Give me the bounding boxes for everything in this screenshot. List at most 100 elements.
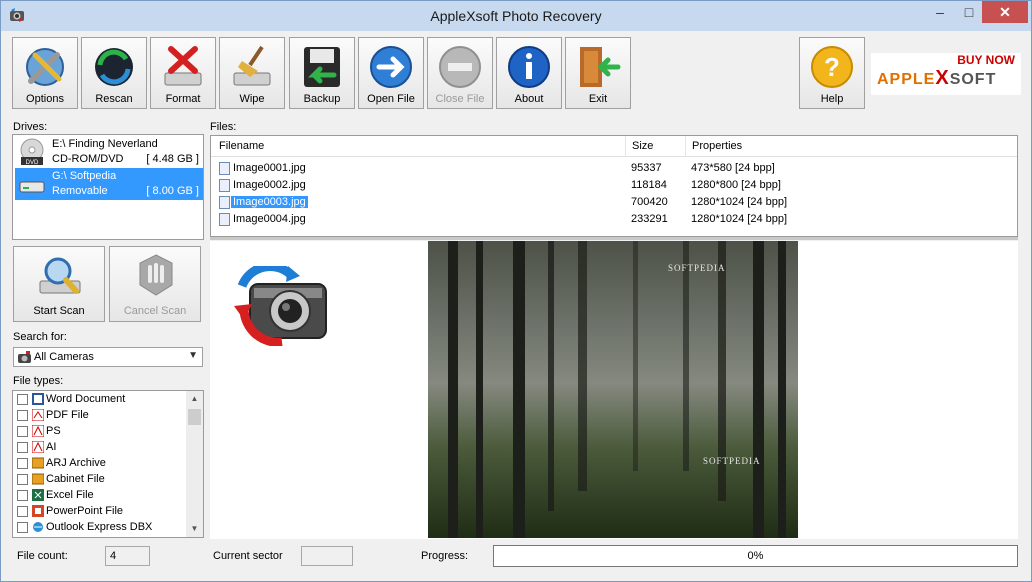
search-for-label: Search for: xyxy=(13,331,67,343)
file-types-label: File types: xyxy=(13,375,64,387)
file-row-selected[interactable]: Image0003.jpg 700420 1280*1024 [24 bpp] xyxy=(211,194,1017,211)
checkbox[interactable] xyxy=(17,506,28,517)
format-button[interactable]: Format xyxy=(150,37,216,109)
outlook-express-icon xyxy=(33,522,43,532)
exit-button[interactable]: Exit xyxy=(565,37,631,109)
column-properties[interactable]: Properties xyxy=(692,140,742,152)
file-type-item-arj[interactable]: ARJ Archive xyxy=(17,456,187,472)
about-label: About xyxy=(514,93,544,105)
image-file-icon xyxy=(219,213,230,226)
scroll-up-icon[interactable]: ▲ xyxy=(186,391,203,407)
word-doc-icon xyxy=(32,393,44,405)
backup-button[interactable]: Backup xyxy=(289,37,355,109)
checkbox[interactable] xyxy=(17,426,28,437)
file-types-scrollbar[interactable]: ▲ ▼ xyxy=(186,391,203,537)
cabinet-icon xyxy=(32,473,44,485)
start-scan-label: Start Scan xyxy=(33,305,85,317)
exit-door-icon xyxy=(580,47,621,87)
maximize-button[interactable]: □ xyxy=(956,1,982,23)
file-properties: 1280*800 [24 bpp] xyxy=(691,179,781,191)
about-button[interactable]: About xyxy=(496,37,562,109)
info-icon xyxy=(508,46,550,88)
image-file-icon xyxy=(219,179,230,192)
scroll-thumb[interactable] xyxy=(188,409,201,425)
excel-icon xyxy=(32,489,44,501)
open-file-button[interactable]: Open File xyxy=(358,37,424,109)
drive-item-e[interactable]: DVD E:\ Finding Neverland CD-ROM/DVD [ 4… xyxy=(15,136,203,168)
file-types-list[interactable]: Word Document PDF File PS AI ARJ Archive… xyxy=(12,390,204,538)
svg-text:?: ? xyxy=(824,52,840,82)
file-name: Image0004.jpg xyxy=(233,213,306,225)
file-row[interactable]: Image0002.jpg 118184 1280*800 [24 bpp] xyxy=(211,177,1017,194)
file-size: 118184 xyxy=(631,179,667,191)
scan-magnifier-icon xyxy=(39,257,81,294)
start-scan-button[interactable]: Start Scan xyxy=(13,246,105,322)
file-properties: 1280*1024 [24 bpp] xyxy=(691,213,788,225)
checkbox[interactable] xyxy=(17,394,28,405)
buy-now-banner[interactable]: BUY NOW APPLEXSOFT xyxy=(871,53,1021,95)
scroll-down-icon[interactable]: ▼ xyxy=(186,521,203,537)
file-count-label: File count: xyxy=(17,550,68,562)
rescan-button[interactable]: Rescan xyxy=(81,37,147,109)
file-type-item-word[interactable]: Word Document xyxy=(17,392,187,408)
current-sector-box xyxy=(301,546,353,566)
drive-size: [ 8.00 GB ] xyxy=(146,185,199,197)
checkbox[interactable] xyxy=(17,458,28,469)
files-table-header: Filename Size Properties xyxy=(211,136,1017,157)
cameras-icon xyxy=(18,351,31,363)
search-for-select[interactable]: All Cameras ▼ xyxy=(13,347,203,367)
checkbox[interactable] xyxy=(17,490,28,501)
file-size: 95337 xyxy=(631,162,662,174)
file-row[interactable]: Image0004.jpg 233291 1280*1024 [24 bpp] xyxy=(211,211,1017,228)
drives-list[interactable]: DVD E:\ Finding Neverland CD-ROM/DVD [ 4… xyxy=(12,134,204,240)
cancel-scan-label: Cancel Scan xyxy=(123,305,187,317)
file-type-item-ps[interactable]: PS xyxy=(17,424,187,440)
close-file-button[interactable]: Close File xyxy=(427,37,493,109)
broom-icon xyxy=(233,45,271,86)
drive-size: [ 4.48 GB ] xyxy=(146,153,199,165)
options-button[interactable]: Options xyxy=(12,37,78,109)
open-file-label: Open File xyxy=(367,93,415,105)
file-type-item-excel[interactable]: Excel File xyxy=(17,488,187,504)
chevron-down-icon[interactable]: ▼ xyxy=(188,350,198,361)
file-row[interactable]: Image0001.jpg 95337 473*580 [24 bpp] xyxy=(211,160,1017,177)
file-type-item-cab[interactable]: Cabinet File xyxy=(17,472,187,488)
options-icon xyxy=(26,48,64,86)
column-size[interactable]: Size xyxy=(632,140,653,152)
file-name: Image0001.jpg xyxy=(233,162,306,174)
stop-hand-icon xyxy=(139,254,173,296)
removable-drive-icon xyxy=(19,181,45,193)
drive-type: Removable xyxy=(52,185,108,197)
checkbox[interactable] xyxy=(17,522,28,533)
files-table[interactable]: Filename Size Properties Image0001.jpg 9… xyxy=(210,135,1018,237)
close-file-icon xyxy=(439,46,481,88)
dvd-drive-icon: DVD xyxy=(20,138,44,166)
backup-icon xyxy=(304,47,340,87)
preview-image: SOFTPEDIA SOFTPEDIA xyxy=(428,241,798,538)
rescan-icon xyxy=(95,48,133,86)
checkbox[interactable] xyxy=(17,474,28,485)
pdf-icon xyxy=(32,409,44,421)
help-label: Help xyxy=(820,93,844,105)
svg-text:DVD: DVD xyxy=(26,160,39,166)
close-window-button[interactable]: ✕ xyxy=(982,1,1028,23)
column-filename[interactable]: Filename xyxy=(219,140,264,152)
splitter[interactable] xyxy=(210,237,1018,240)
file-type-item-powerpoint[interactable]: PowerPoint File xyxy=(17,504,187,520)
image-file-icon xyxy=(219,162,230,175)
wipe-button[interactable]: Wipe xyxy=(219,37,285,109)
progress-label: Progress: xyxy=(421,550,469,562)
checkbox[interactable] xyxy=(17,410,28,421)
drive-item-g[interactable]: G:\ Softpedia Removable [ 8.00 GB ] xyxy=(15,168,203,200)
file-type-item-ai[interactable]: AI xyxy=(17,440,187,456)
file-name: Image0003.jpg xyxy=(231,196,308,208)
minimize-button[interactable]: – xyxy=(927,1,953,23)
cancel-scan-button[interactable]: Cancel Scan xyxy=(109,246,201,322)
checkbox[interactable] xyxy=(17,442,28,453)
files-label: Files: xyxy=(210,121,237,133)
file-type-item-dbx[interactable]: Outlook Express DBX xyxy=(17,520,187,536)
photo-recovery-camera-icon xyxy=(234,266,327,346)
file-type-item-pdf[interactable]: PDF File xyxy=(17,408,187,424)
image-file-icon xyxy=(219,196,230,209)
help-button[interactable]: ? Help xyxy=(799,37,865,109)
